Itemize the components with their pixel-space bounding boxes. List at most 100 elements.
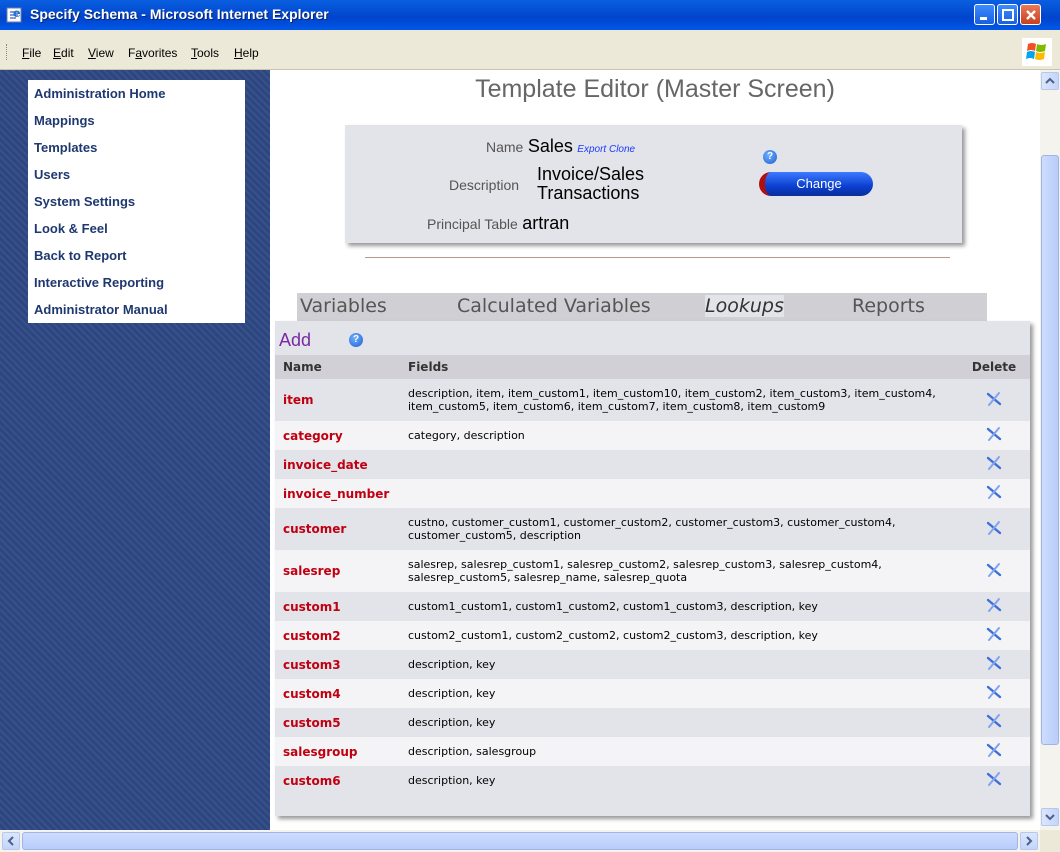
lookup-fields: description, key: [400, 679, 958, 708]
nav-back-to-report[interactable]: Back to Report: [28, 242, 245, 269]
scroll-up-button[interactable]: [1041, 72, 1059, 90]
delete-icon[interactable]: [986, 713, 1002, 729]
delete-icon[interactable]: [986, 684, 1002, 700]
tab-calculated-variables[interactable]: Calculated Variables: [457, 295, 651, 317]
menu-help[interactable]: Help: [234, 46, 259, 60]
horizontal-scrollbar[interactable]: [0, 830, 1040, 852]
delete-cell: [958, 379, 1030, 421]
delete-icon[interactable]: [986, 626, 1002, 642]
menu-view[interactable]: View: [88, 46, 114, 60]
delete-cell: [958, 550, 1030, 592]
delete-icon[interactable]: [986, 520, 1002, 536]
export-clone-link[interactable]: Export Clone: [577, 144, 635, 155]
nav-interactive-reporting[interactable]: Interactive Reporting: [28, 269, 245, 296]
menu-file[interactable]: File: [22, 46, 41, 60]
scroll-down-button[interactable]: [1041, 808, 1059, 826]
delete-cell: [958, 766, 1030, 795]
lookup-fields: salesrep, salesrep_custom1, salesrep_cus…: [400, 550, 958, 592]
principal-table-label: Principal Table: [427, 216, 518, 232]
delete-icon[interactable]: [986, 742, 1002, 758]
change-button[interactable]: Change: [759, 172, 873, 196]
scroll-left-button[interactable]: [2, 832, 20, 850]
lookup-name-link[interactable]: custom6: [275, 766, 400, 795]
tab-reports[interactable]: Reports: [852, 295, 925, 317]
delete-icon[interactable]: [986, 655, 1002, 671]
close-button[interactable]: [1020, 4, 1041, 25]
delete-icon[interactable]: [986, 484, 1002, 500]
nav-system-settings[interactable]: System Settings: [28, 188, 245, 215]
lookup-name-link[interactable]: invoice_date: [275, 450, 400, 479]
lookup-name-link[interactable]: category: [275, 421, 400, 450]
nav-mappings[interactable]: Mappings: [28, 107, 245, 134]
lookup-name-link[interactable]: salesrep: [275, 550, 400, 592]
lookup-name-link[interactable]: custom5: [275, 708, 400, 737]
help-icon[interactable]: ?: [763, 150, 777, 164]
minimize-icon: [980, 17, 987, 20]
main-content: Template Editor (Master Screen) Name Sal…: [270, 70, 1040, 830]
nav-templates[interactable]: Templates: [28, 134, 245, 161]
nav-look-and-feel[interactable]: Look & Feel: [28, 215, 245, 242]
lookup-fields: custom2_custom1, custom2_custom2, custom…: [400, 621, 958, 650]
table-row: custom1 custom1_custom1, custom1_custom2,…: [275, 592, 1030, 621]
vertical-scrollbar[interactable]: [1040, 70, 1060, 830]
tab-lookups[interactable]: Lookups: [705, 295, 784, 317]
lookup-name-link[interactable]: item: [275, 379, 400, 421]
toolbar-grip[interactable]: [6, 44, 9, 60]
table-row: invoice_number: [275, 479, 1030, 508]
chevron-left-icon: [7, 836, 14, 846]
lookup-name-link[interactable]: custom3: [275, 650, 400, 679]
tab-variables[interactable]: Variables: [300, 295, 387, 317]
lookup-name-link[interactable]: customer: [275, 508, 400, 550]
lookup-fields: description, salesgroup: [400, 737, 958, 766]
lookups-table: Name Fields Delete item description, item…: [275, 355, 1030, 795]
template-info-card: Name Sales Export Clone Description Invo…: [345, 125, 962, 243]
principal-table-row: Principal Table artran: [427, 213, 569, 234]
delete-icon[interactable]: [986, 426, 1002, 442]
lookup-name-link[interactable]: invoice_number: [275, 479, 400, 508]
delete-icon[interactable]: [986, 771, 1002, 787]
lookups-panel: Add ? Name Fields Delete item description…: [275, 321, 1030, 816]
column-header-name: Name: [275, 355, 400, 379]
maximize-button[interactable]: [997, 4, 1018, 25]
nav-administration-home[interactable]: Administration Home: [28, 80, 245, 107]
nav-users[interactable]: Users: [28, 161, 245, 188]
scroll-thumb[interactable]: [1041, 155, 1059, 745]
lookup-fields: description, key: [400, 650, 958, 679]
description-value-line2: Transactions: [537, 183, 640, 203]
menu-edit[interactable]: Edit: [53, 46, 74, 60]
tab-bar: Variables Calculated Variables Lookups R…: [297, 293, 987, 321]
lookup-fields: [400, 479, 958, 508]
menu-tools[interactable]: Tools: [191, 46, 219, 60]
delete-cell: [958, 592, 1030, 621]
description-value-line1: Invoice/Sales: [537, 164, 645, 184]
divider: [365, 257, 950, 258]
help-icon[interactable]: ?: [349, 333, 363, 347]
lookup-name-link[interactable]: custom4: [275, 679, 400, 708]
lookup-name-link[interactable]: salesgroup: [275, 737, 400, 766]
lookup-fields: description, key: [400, 708, 958, 737]
chevron-right-icon: [1026, 836, 1033, 846]
minimize-button[interactable]: [974, 4, 995, 25]
lookup-fields: description, key: [400, 766, 958, 795]
horizontal-scroll-thumb[interactable]: [22, 832, 1018, 850]
scroll-right-button[interactable]: [1020, 832, 1038, 850]
delete-icon[interactable]: [986, 597, 1002, 613]
lookup-name-link[interactable]: custom1: [275, 592, 400, 621]
description-label: Description: [449, 177, 520, 193]
table-row: custom2 custom2_custom1, custom2_custom2,…: [275, 621, 1030, 650]
admin-nav: Administration Home Mappings Templates U…: [28, 80, 245, 323]
nav-administrator-manual[interactable]: Administrator Manual: [28, 296, 245, 323]
delete-icon[interactable]: [986, 455, 1002, 471]
delete-cell: [958, 450, 1030, 479]
delete-icon[interactable]: [986, 391, 1002, 407]
table-row: custom4 description, key: [275, 679, 1030, 708]
lookup-name-link[interactable]: custom2: [275, 621, 400, 650]
delete-cell: [958, 479, 1030, 508]
delete-icon[interactable]: [986, 562, 1002, 578]
name-value: Sales: [527, 136, 573, 156]
menu-favorites[interactable]: Favorites: [128, 46, 177, 60]
column-header-delete: Delete: [958, 355, 1030, 379]
add-lookup-link[interactable]: Add: [279, 330, 311, 351]
delete-cell: [958, 708, 1030, 737]
table-header-row: Name Fields Delete: [275, 355, 1030, 379]
